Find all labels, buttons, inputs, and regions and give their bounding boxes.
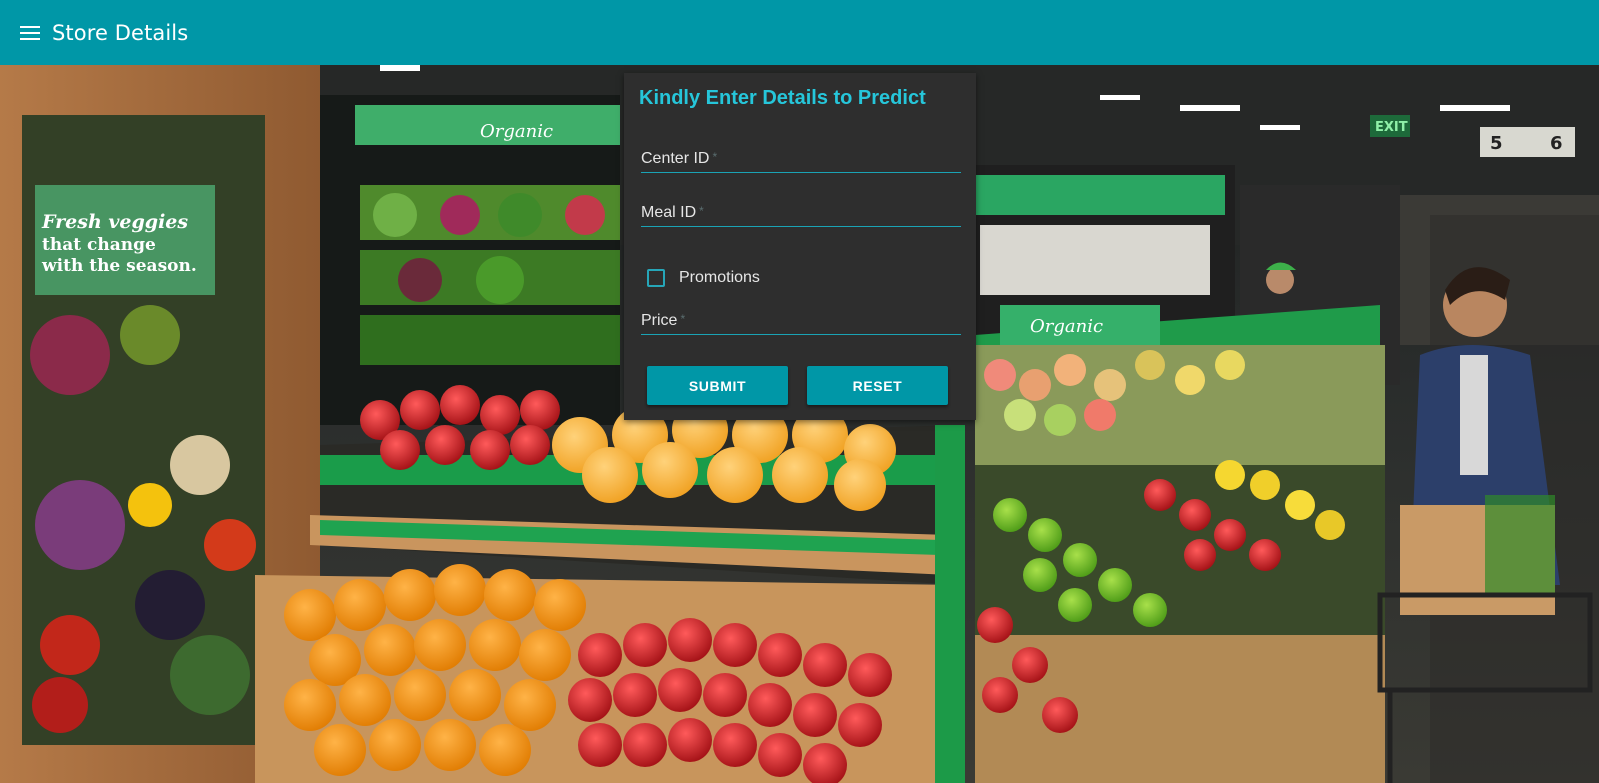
- menu-icon[interactable]: [18, 21, 42, 45]
- svg-text:Organic: Organic: [1030, 316, 1103, 337]
- form-title: Kindly Enter Details to Predict: [639, 87, 926, 109]
- svg-text:5: 5: [1490, 133, 1503, 154]
- app-window: Store Details Fresh veggies that change …: [0, 0, 1599, 783]
- promotions-label: Promotions: [679, 269, 760, 286]
- center-id-input[interactable]: [641, 142, 965, 174]
- submit-button[interactable]: SUBMIT: [647, 366, 788, 405]
- price-input[interactable]: [641, 304, 965, 336]
- center-id-field[interactable]: Center ID *: [641, 142, 965, 174]
- page-title: Store Details: [52, 20, 189, 45]
- promotions-checkbox-row[interactable]: Promotions: [647, 269, 760, 287]
- svg-text:6: 6: [1550, 133, 1563, 154]
- svg-text:Fresh veggies: Fresh veggies: [41, 211, 188, 233]
- promotions-checkbox[interactable]: [647, 269, 665, 287]
- svg-text:Organic: Organic: [480, 121, 553, 142]
- meal-id-field[interactable]: Meal ID *: [641, 196, 965, 228]
- svg-text:that change: that change: [42, 235, 156, 255]
- svg-text:EXIT: EXIT: [1375, 120, 1408, 135]
- meal-id-input[interactable]: [641, 196, 965, 228]
- svg-text:with the season.: with the season.: [41, 256, 197, 276]
- reset-button[interactable]: RESET: [807, 366, 948, 405]
- prediction-form-card: Kindly Enter Details to Predict Center I…: [624, 73, 976, 420]
- price-field[interactable]: Price *: [641, 304, 965, 336]
- top-app-bar: Store Details: [0, 0, 1599, 65]
